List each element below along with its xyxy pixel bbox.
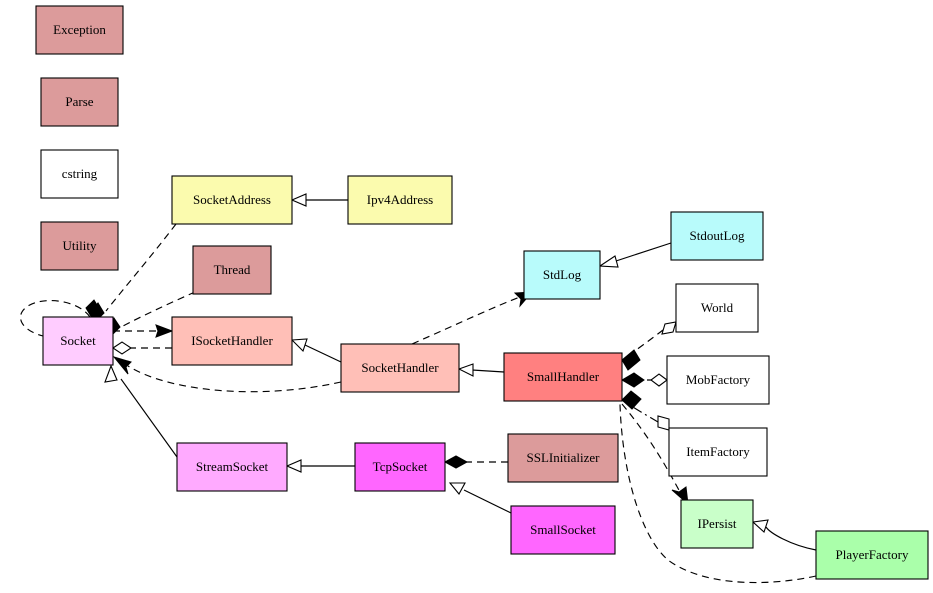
node-tcpsocket[interactable]: TcpSocket <box>354 442 446 492</box>
node-stdoutlog[interactable]: StdoutLog <box>670 211 764 261</box>
edge-itemfactory-smallhandler <box>621 390 670 431</box>
node-exception[interactable]: Exception <box>35 5 124 55</box>
node-sockethandler[interactable]: SocketHandler <box>340 343 460 393</box>
node-ipersist[interactable]: IPersist <box>680 499 754 549</box>
class-diagram-canvas: Exception Parse cstring Utility Socket S <box>0 0 933 593</box>
node-smallsocket[interactable]: SmallSocket <box>510 505 616 555</box>
edge-stdoutlog-stdlog <box>598 242 672 268</box>
node-stdlog[interactable]: StdLog <box>523 250 601 300</box>
edge-isockethandler-socket <box>112 341 172 355</box>
edge-sslinitializer-tcpsocket <box>443 455 508 469</box>
edge-tcpsocket-streamsocket <box>285 459 355 473</box>
edge-sockethandler-stdlog <box>411 291 534 345</box>
edge-playerfactory-ipersist <box>751 519 817 551</box>
node-ipv4address[interactable]: Ipv4Address <box>347 175 453 225</box>
edge-smallhandler-sockethandler <box>457 363 505 377</box>
node-parse[interactable]: Parse <box>40 77 119 127</box>
edge-sockethandler-isockethandler <box>290 338 342 363</box>
node-sslinitializer[interactable]: SSLInitializer <box>507 433 619 483</box>
node-utility[interactable]: Utility <box>40 221 119 271</box>
node-layer: Exception Parse cstring Utility Socket S <box>35 5 929 580</box>
node-smallhandler[interactable]: SmallHandler <box>503 352 623 402</box>
node-thread[interactable]: Thread <box>192 245 272 295</box>
edge-smallsocket-tcpsocket <box>448 482 512 514</box>
node-world[interactable]: World <box>675 283 759 333</box>
node-itemfactory[interactable]: ItemFactory <box>668 427 768 477</box>
edge-socket-isockethandler <box>113 324 174 338</box>
edge-mobfactory-smallhandler <box>621 372 668 388</box>
class-diagram-svg: Exception Parse cstring Utility Socket S <box>19 5 929 584</box>
edge-ipv4address-socketaddress <box>290 193 348 207</box>
node-socketaddress[interactable]: SocketAddress <box>171 175 293 225</box>
node-isockethandler[interactable]: ISocketHandler <box>171 316 293 366</box>
node-playerfactory[interactable]: PlayerFactory <box>815 530 929 580</box>
node-socket[interactable]: Socket <box>42 316 114 366</box>
edge-streamsocket-socket <box>104 364 178 458</box>
node-cstring[interactable]: cstring <box>40 149 119 199</box>
node-streamsocket[interactable]: StreamSocket <box>176 442 288 492</box>
node-mobfactory[interactable]: MobFactory <box>666 355 770 405</box>
